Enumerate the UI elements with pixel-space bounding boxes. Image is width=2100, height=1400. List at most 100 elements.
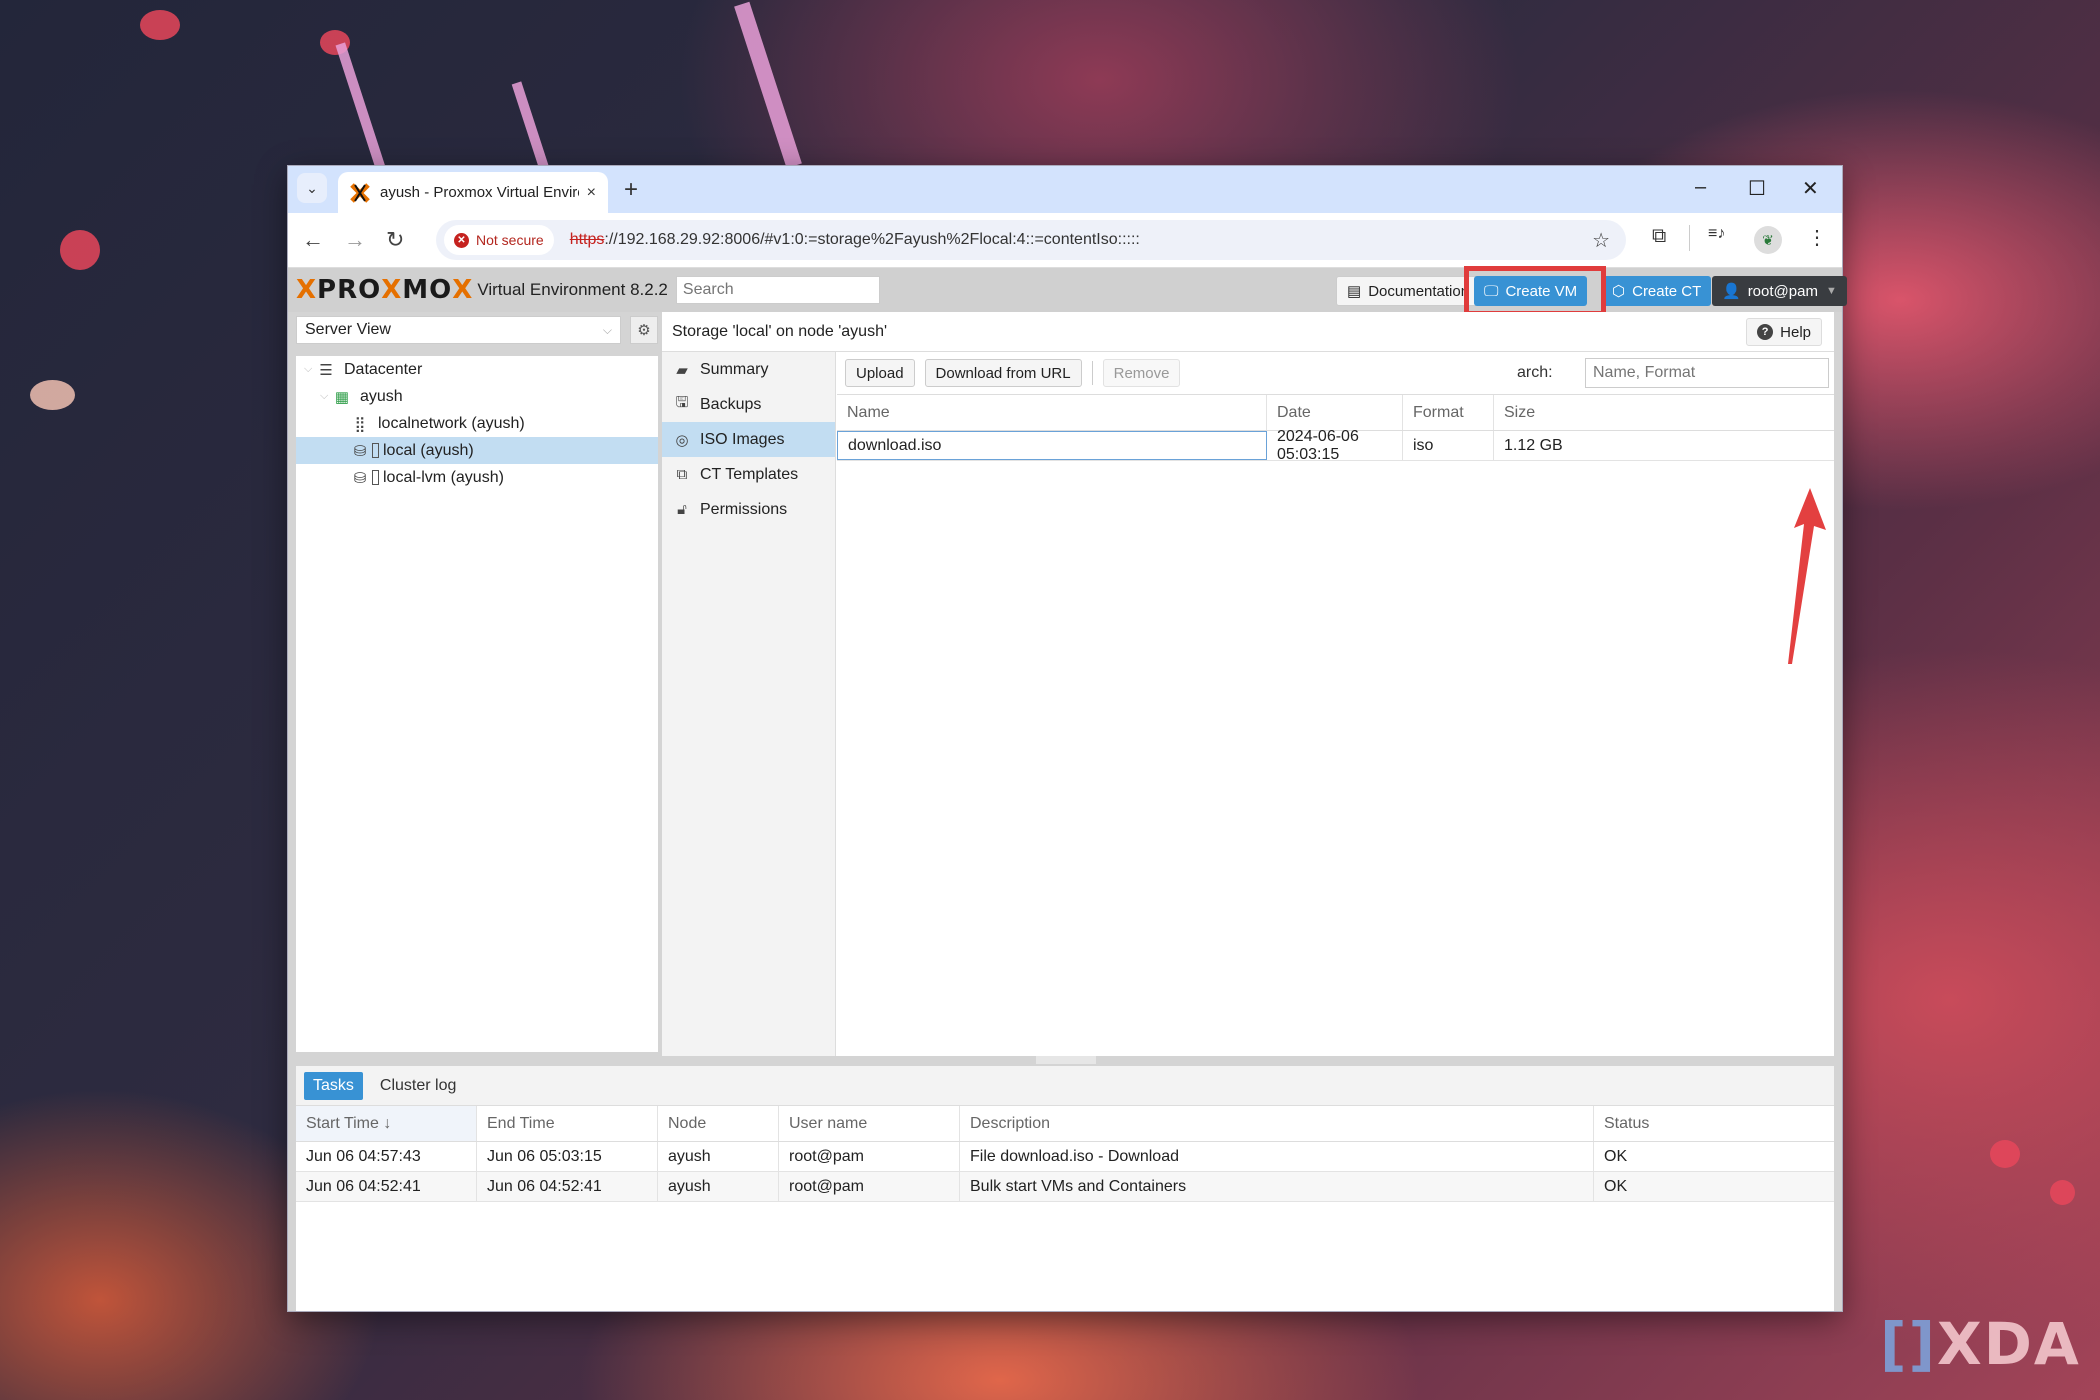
security-chip[interactable]: ✕ Not secure [444, 225, 554, 255]
template-icon: ⧉ [676, 466, 688, 483]
content-title: Storage 'local' on node 'ayush' [672, 322, 888, 340]
task-status: OK [1604, 1147, 1628, 1165]
column-header-status[interactable]: Status [1594, 1106, 1834, 1141]
chevron-down-icon: ⌵ [602, 322, 612, 337]
remove-button[interactable]: Remove [1102, 359, 1181, 387]
proxmox-favicon-icon [350, 182, 370, 203]
cube-icon: ⬡ [1612, 283, 1626, 300]
column-header-end-time[interactable]: End Time [477, 1106, 658, 1141]
download-from-url-button[interactable]: Download from URL [924, 359, 1082, 387]
forward-button[interactable]: → [344, 227, 366, 253]
bookmark-star-icon[interactable]: ☆ [1592, 228, 1610, 253]
task-row[interactable]: Jun 06 04:57:43 Jun 06 05:03:15 ayush ro… [296, 1142, 1834, 1172]
global-search-input[interactable] [675, 276, 880, 304]
task-start: Jun 06 04:57:43 [296, 1142, 477, 1171]
storage-icon: ⛁ [353, 442, 367, 460]
column-header-node[interactable]: Node [658, 1106, 779, 1141]
xda-watermark: []XDA [1880, 1310, 2081, 1378]
tab-cluster-log[interactable]: Cluster log [371, 1072, 465, 1100]
column-header-size[interactable]: Size [1494, 395, 1834, 430]
column-header-date[interactable]: Date [1267, 395, 1403, 430]
tree-item-datacenter[interactable]: ⌵ ☰ Datacenter [296, 356, 658, 383]
floppy-icon: 🖫 [675, 394, 689, 411]
user-menu-button[interactable]: 👤 root@pam ▼ [1712, 276, 1847, 306]
upload-button[interactable]: Upload [845, 359, 915, 387]
media-control-icon[interactable]: ≡♪ [1708, 225, 1725, 243]
tree-item-label: local-lvm (ayush) [383, 468, 504, 486]
tasks-tabbar: Tasks Cluster log [296, 1066, 1834, 1106]
new-tab-button[interactable]: + [624, 176, 638, 204]
view-selector[interactable]: Server View ⌵ [296, 316, 621, 344]
task-end: Jun 06 04:52:41 [477, 1172, 658, 1201]
column-header-name[interactable]: Name [837, 395, 1267, 430]
iso-date: 2024-06-06 05:03:15 [1267, 428, 1403, 463]
storage-status-icon [372, 443, 379, 458]
subnav-ct-templates[interactable]: ⧉ CT Templates [662, 457, 835, 492]
node-online-icon: ▦ [334, 388, 350, 406]
tab-bar: ⌄ ayush - Proxmox Virtual Enviror × + – … [288, 166, 1842, 213]
tree-item-local[interactable]: ⛁ local (ayush) [296, 437, 658, 464]
datacenter-icon: ☰ [319, 361, 333, 379]
help-button[interactable]: ? Help [1746, 318, 1822, 346]
panel-splitter[interactable] [288, 1056, 1842, 1066]
collapse-icon: ⌵ [320, 390, 329, 402]
tree-item-localnetwork[interactable]: ⣿ localnetwork (ayush) [296, 410, 658, 437]
browser-menu-icon[interactable]: ⋮ [1807, 225, 1827, 250]
proxmox-header: XPROXMOX Virtual Environment 8.2.2 ▤Docu… [288, 266, 1847, 316]
maximize-button[interactable]: ☐ [1748, 176, 1766, 201]
column-header-description[interactable]: Description [960, 1106, 1594, 1141]
resource-tree-panel: Server View ⌵ ⚙ ⌵ ☰ Datacenter ⌵ ▦ ayush ⣿ loc… [296, 312, 658, 1056]
column-header-user[interactable]: User name [779, 1106, 960, 1141]
task-row[interactable]: Jun 06 04:52:41 Jun 06 04:52:41 ayush ro… [296, 1172, 1834, 1202]
collapse-handle[interactable] [1036, 1056, 1096, 1064]
tree-item-label: ayush [360, 387, 403, 405]
profile-avatar[interactable]: ❦ [1754, 226, 1782, 254]
minimize-button[interactable]: – [1695, 176, 1706, 199]
tab-list-button[interactable]: ⌄ [297, 173, 327, 203]
annotation-highlight-box [1464, 266, 1606, 316]
extensions-icon[interactable]: ⧉ [1652, 225, 1666, 248]
url-path: ://192.168.29.92:8006/#v1:0:=storage%2Fa… [604, 231, 1140, 248]
toolbar-separator [1091, 361, 1093, 385]
subnav-label: Permissions [700, 500, 788, 518]
task-user: root@pam [779, 1172, 960, 1201]
question-icon: ? [1757, 324, 1774, 340]
task-node: ayush [658, 1172, 779, 1201]
create-ct-button[interactable]: ⬡ Create CT [1602, 276, 1712, 306]
subnav-label: CT Templates [700, 465, 799, 483]
gear-icon[interactable]: ⚙ [630, 316, 658, 344]
tab-tasks[interactable]: Tasks [304, 1071, 363, 1100]
documentation-button[interactable]: ▤ Documentation [1336, 276, 1481, 306]
close-window-button[interactable]: ✕ [1802, 176, 1819, 201]
tree-item-local-lvm[interactable]: ⛁ local-lvm (ayush) [296, 464, 658, 491]
column-header-format[interactable]: Format [1403, 395, 1494, 430]
task-end: Jun 06 05:03:15 [477, 1142, 658, 1171]
subnav-summary[interactable]: ▰ Summary [662, 352, 835, 387]
reload-button[interactable]: ↻ [386, 227, 404, 253]
column-header-start-time[interactable]: Start Time ↓ [296, 1106, 477, 1141]
subnav-iso-images[interactable]: ◎ ISO Images [662, 422, 835, 457]
back-button[interactable]: ← [302, 227, 324, 253]
tree-item-node[interactable]: ⌵ ▦ ayush [296, 383, 658, 410]
iso-row[interactable]: download.iso 2024-06-06 05:03:15 iso 1.1… [837, 428, 1834, 463]
task-user: root@pam [779, 1142, 960, 1171]
subnav-permissions[interactable]: 🔓︎ Permissions [662, 492, 835, 527]
logo-mo: MO [402, 275, 453, 305]
iso-grid: Upload Download from URL Remove arch: Na… [837, 352, 1834, 1056]
documentation-label: Documentation [1368, 282, 1470, 300]
subnav-backups[interactable]: 🖫 Backups [662, 387, 835, 422]
create-ct-label: Create CT [1632, 282, 1702, 300]
book-icon: ▤ [1347, 283, 1362, 300]
version-label: Virtual Environment 8.2.2 [477, 280, 668, 299]
iso-size: 1.12 GB [1504, 436, 1563, 454]
browser-tab-active[interactable]: ayush - Proxmox Virtual Enviror × [338, 172, 608, 213]
url-bar[interactable]: ✕ Not secure https://192.168.29.92:8006/… [436, 220, 1626, 260]
url-text[interactable]: https://192.168.29.92:8006/#v1:0:=storag… [570, 231, 1140, 249]
search-label: arch: [1517, 364, 1553, 381]
unlock-icon: 🔓︎ [677, 501, 687, 518]
subnav-label: ISO Images [700, 430, 785, 448]
tab-close-icon[interactable]: × [587, 184, 596, 202]
user-label: root@pam [1747, 282, 1818, 300]
url-scheme: https [569, 231, 605, 248]
iso-search-input[interactable] [1585, 358, 1829, 388]
